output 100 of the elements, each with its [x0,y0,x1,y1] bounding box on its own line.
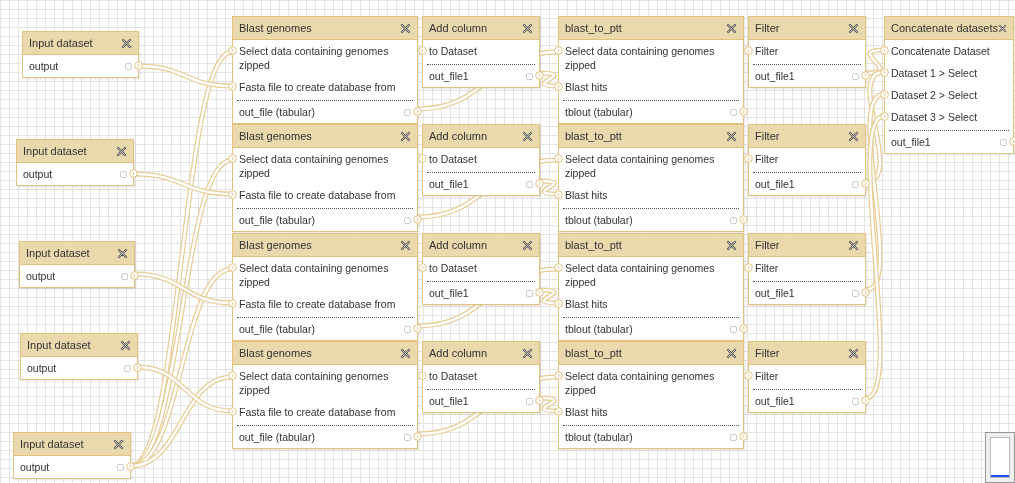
input-terminal-icon[interactable] [228,82,237,91]
input-terminal-icon[interactable] [418,154,427,163]
close-icon[interactable] [726,347,737,359]
output-terminal-icon[interactable] [861,396,870,405]
output-terminal-icon[interactable] [134,61,143,70]
input-terminal-icon[interactable] [744,371,753,380]
node-header[interactable]: Blast genomes [233,125,417,148]
input-terminal-icon[interactable] [228,407,237,416]
output-terminal-icon[interactable] [861,179,870,188]
node-header[interactable]: Input dataset [14,433,130,456]
input-terminal-icon[interactable] [554,46,563,55]
node-header[interactable]: Filter [749,234,865,257]
input-terminal-icon[interactable] [880,68,889,77]
output-terminal-icon[interactable] [130,271,139,280]
output-terminal-icon[interactable] [129,169,138,178]
close-icon[interactable] [848,22,859,34]
input-terminal-icon[interactable] [554,190,563,199]
node-header[interactable]: Filter [749,125,865,148]
node-header[interactable]: Concatenate datasets [885,17,1013,40]
close-icon[interactable] [120,339,131,351]
close-icon[interactable] [117,247,128,259]
output-terminal-icon[interactable] [739,107,748,116]
output-toggle-icon[interactable] [852,397,859,405]
output-toggle-icon[interactable] [117,463,124,471]
output-terminal-icon[interactable] [413,432,422,441]
output-toggle-icon[interactable] [121,272,128,280]
input-terminal-icon[interactable] [554,263,563,272]
output-toggle-icon[interactable] [852,180,859,188]
output-terminal-icon[interactable] [413,107,422,116]
input-terminal-icon[interactable] [744,263,753,272]
close-icon[interactable] [522,130,533,142]
input-terminal-icon[interactable] [744,154,753,163]
close-icon[interactable] [400,347,411,359]
node-header[interactable]: Filter [749,342,865,365]
output-toggle-icon[interactable] [526,72,533,80]
close-icon[interactable] [726,22,737,34]
close-icon[interactable] [522,347,533,359]
close-icon[interactable] [400,239,411,251]
close-icon[interactable] [726,239,737,251]
close-icon[interactable] [121,37,132,49]
output-toggle-icon[interactable] [404,433,411,441]
output-toggle-icon[interactable] [125,62,132,70]
overview-panel[interactable] [985,432,1015,483]
input-terminal-icon[interactable] [880,90,889,99]
node-header[interactable]: Blast genomes [233,17,417,40]
close-icon[interactable] [848,239,859,251]
output-terminal-icon[interactable] [861,71,870,80]
close-icon[interactable] [848,347,859,359]
close-icon[interactable] [116,145,127,157]
close-icon[interactable] [726,130,737,142]
output-toggle-icon[interactable] [404,216,411,224]
close-icon[interactable] [113,438,124,450]
viewport-indicator[interactable] [991,475,1009,477]
output-toggle-icon[interactable] [526,397,533,405]
output-toggle-icon[interactable] [526,180,533,188]
close-icon[interactable] [522,22,533,34]
node-header[interactable]: Input dataset [21,334,137,357]
input-terminal-icon[interactable] [228,154,237,163]
output-terminal-icon[interactable] [739,324,748,333]
node-header[interactable]: Add column [423,234,539,257]
node-header[interactable]: Filter [749,17,865,40]
output-toggle-icon[interactable] [730,325,737,333]
output-toggle-icon[interactable] [852,289,859,297]
output-toggle-icon[interactable] [120,170,127,178]
input-terminal-icon[interactable] [744,46,753,55]
input-terminal-icon[interactable] [418,371,427,380]
node-header[interactable]: blast_to_ptt [559,234,743,257]
input-terminal-icon[interactable] [554,371,563,380]
node-header[interactable]: Add column [423,17,539,40]
close-icon[interactable] [400,22,411,34]
node-header[interactable]: Blast genomes [233,234,417,257]
output-terminal-icon[interactable] [739,215,748,224]
output-terminal-icon[interactable] [535,179,544,188]
node-header[interactable]: Add column [423,125,539,148]
node-header[interactable]: blast_to_ptt [559,17,743,40]
output-terminal-icon[interactable] [861,288,870,297]
output-toggle-icon[interactable] [852,72,859,80]
input-terminal-icon[interactable] [228,190,237,199]
close-icon[interactable] [998,22,1007,34]
output-terminal-icon[interactable] [535,71,544,80]
input-terminal-icon[interactable] [228,371,237,380]
node-header[interactable]: Input dataset [17,140,133,163]
input-terminal-icon[interactable] [880,112,889,121]
node-header[interactable]: blast_to_ptt [559,342,743,365]
output-toggle-icon[interactable] [404,325,411,333]
close-icon[interactable] [522,239,533,251]
output-terminal-icon[interactable] [126,462,135,471]
input-terminal-icon[interactable] [554,407,563,416]
input-terminal-icon[interactable] [228,263,237,272]
output-toggle-icon[interactable] [526,289,533,297]
node-header[interactable]: blast_to_ptt [559,125,743,148]
input-terminal-icon[interactable] [418,46,427,55]
input-terminal-icon[interactable] [880,46,889,55]
output-toggle-icon[interactable] [730,216,737,224]
output-terminal-icon[interactable] [133,363,142,372]
close-icon[interactable] [400,130,411,142]
input-terminal-icon[interactable] [554,154,563,163]
output-terminal-icon[interactable] [413,324,422,333]
input-terminal-icon[interactable] [554,82,563,91]
input-terminal-icon[interactable] [554,299,563,308]
